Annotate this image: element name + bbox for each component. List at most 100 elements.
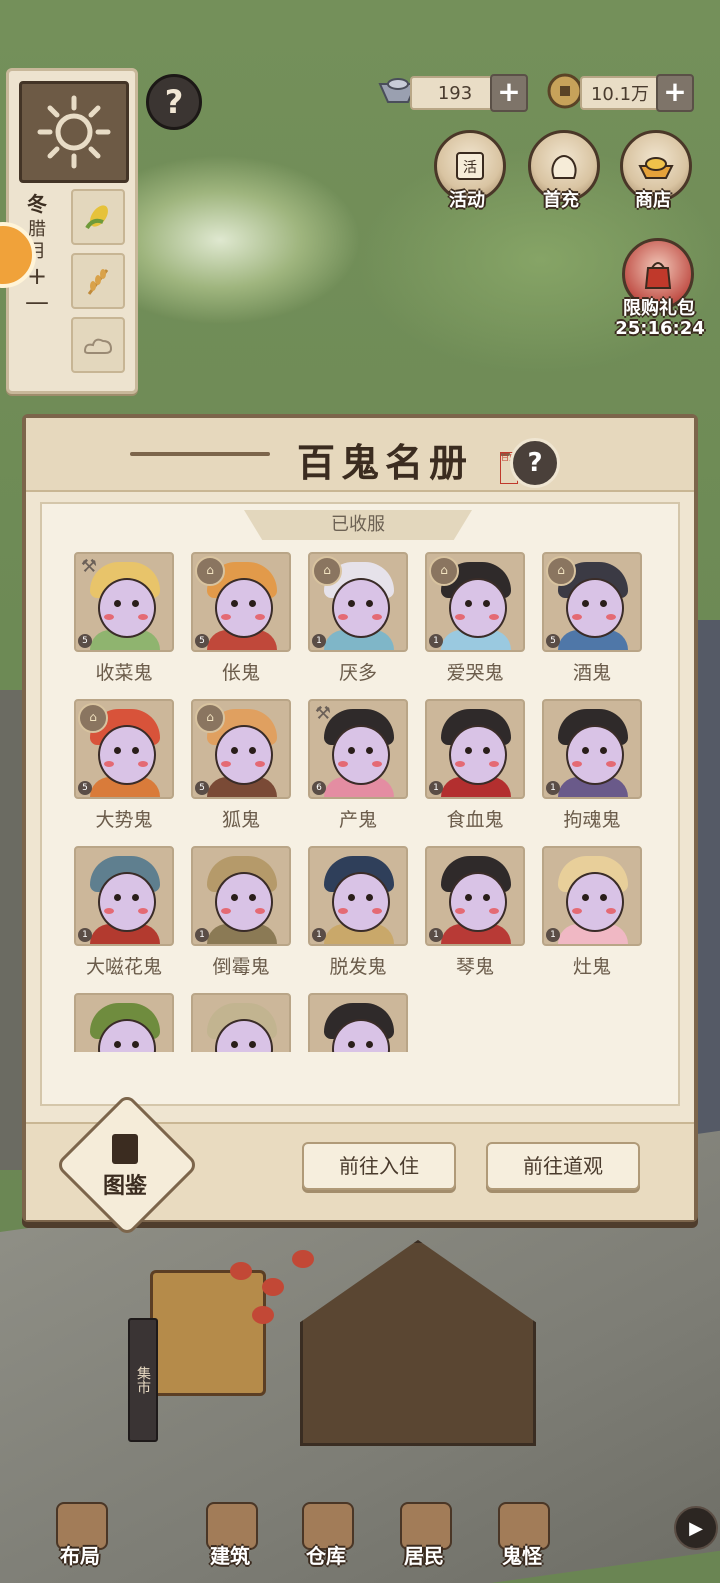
- ghost-level-badge: 1: [195, 928, 209, 942]
- ghost-card[interactable]: 1 拘魂鬼: [542, 699, 642, 832]
- ghost-card[interactable]: ⌂ 1 爱哭鬼: [425, 552, 525, 685]
- ghost-cheek: [372, 761, 382, 767]
- ghost-level-badge: 1: [312, 928, 326, 942]
- ghost-card[interactable]: [74, 993, 174, 1052]
- ghost-grid[interactable]: ⚒ 5 收菜鬼 ⌂ 5 伥鬼 ⌂ 1 厌多 ⌂ 1 爱哭鬼 ⌂ 5 酒鬼 ⌂ 5 大势鬼 ⌂ 5 狐鬼 ⚒ 6 产鬼 1 食血鬼 1…: [74, 552, 654, 1052]
- ghost-portrait[interactable]: [308, 993, 408, 1052]
- modal-header: 百鬼名册 百鬼 ?: [26, 418, 694, 492]
- ghost-portrait[interactable]: ⌂ 1: [425, 552, 525, 652]
- ghost-cheek: [138, 614, 148, 620]
- shop-icon: [638, 157, 674, 179]
- ghost-portrait[interactable]: ⚒ 6: [308, 699, 408, 799]
- ghost-level-badge: 1: [429, 781, 443, 795]
- ghost-face: [98, 578, 156, 638]
- next-arrow-button[interactable]: ▶: [674, 1506, 718, 1550]
- nav-item[interactable]: 仓库: [290, 1502, 362, 1574]
- ghost-face: [215, 725, 273, 785]
- weather-display[interactable]: [19, 81, 129, 183]
- ghost-cheek: [572, 614, 582, 620]
- ghost-portrait[interactable]: ⌂ 5: [74, 699, 174, 799]
- ghost-cheek: [255, 614, 265, 620]
- nav-item[interactable]: 建筑: [194, 1502, 266, 1574]
- nav-item[interactable]: 居民: [388, 1502, 460, 1574]
- nav-item[interactable]: 鬼怪: [486, 1502, 558, 1574]
- ghost-eye: [600, 600, 607, 607]
- ghost-cheek: [221, 908, 231, 914]
- ghost-portrait[interactable]: 1: [425, 699, 525, 799]
- ghost-face: [449, 872, 507, 932]
- ghost-cheek: [489, 761, 499, 767]
- nav-label: 仓库: [306, 1544, 346, 1568]
- ghost-portrait[interactable]: ⌂ 1: [308, 552, 408, 652]
- ghost-face: [332, 578, 390, 638]
- market-sign[interactable]: 集市: [128, 1318, 158, 1442]
- registry-help-button[interactable]: ?: [510, 438, 560, 488]
- ghost-eye: [348, 747, 355, 754]
- ghost-level-badge: 1: [429, 928, 443, 942]
- ghost-card[interactable]: ⌂ 5 伥鬼: [191, 552, 291, 685]
- crop-slot-cloud[interactable]: [71, 317, 125, 373]
- ghost-card[interactable]: 1 琴鬼: [425, 846, 525, 979]
- ghost-portrait[interactable]: ⚒ 5: [74, 552, 174, 652]
- ghost-portrait[interactable]: [191, 993, 291, 1052]
- ghost-eye: [132, 600, 139, 607]
- ghost-level-badge: 5: [78, 781, 92, 795]
- ghost-portrait[interactable]: 1: [191, 846, 291, 946]
- nav-item[interactable]: 布局: [44, 1502, 116, 1574]
- goto-checkin-button[interactable]: 前往入住: [302, 1142, 456, 1190]
- ghost-card[interactable]: ⌂ 5 大势鬼: [74, 699, 174, 832]
- lantern-icon: [230, 1262, 252, 1280]
- crop-slot-corn[interactable]: [71, 189, 125, 245]
- lantern-icon: [262, 1278, 284, 1296]
- silver-amount: 193: [410, 76, 500, 110]
- goto-temple-button[interactable]: 前往道观: [486, 1142, 640, 1190]
- ghost-cheek: [489, 908, 499, 914]
- ghost-cheek: [372, 908, 382, 914]
- ghost-card[interactable]: 1 倒霉鬼: [191, 846, 291, 979]
- ghost-card[interactable]: 1 食血鬼: [425, 699, 525, 832]
- ghost-portrait[interactable]: ⌂ 5: [191, 699, 291, 799]
- speed-minus-button[interactable]: —: [15, 289, 59, 315]
- ghost-card[interactable]: ⌂ 5 酒鬼: [542, 552, 642, 685]
- ghost-eye: [582, 600, 589, 607]
- add-silver-button[interactable]: +: [490, 74, 528, 112]
- ghost-portrait[interactable]: 1: [308, 846, 408, 946]
- ghost-portrait[interactable]: 1: [74, 846, 174, 946]
- ghost-eye: [249, 600, 256, 607]
- ghost-card[interactable]: 1 大嗞花鬼: [74, 846, 174, 979]
- ghost-card[interactable]: ⚒ 5 收菜鬼: [74, 552, 174, 685]
- modal-title: 百鬼名册: [296, 440, 473, 485]
- nav-label: 建筑: [210, 1544, 250, 1568]
- ghost-card[interactable]: [191, 993, 291, 1052]
- encyclopedia-button[interactable]: [54, 1092, 200, 1238]
- ghost-card[interactable]: 1 灶鬼: [542, 846, 642, 979]
- lantern-icon: [252, 1306, 274, 1324]
- ghost-eye: [600, 747, 607, 754]
- ghost-portrait[interactable]: 1: [542, 699, 642, 799]
- scroll-icon: [112, 1134, 138, 1164]
- first-charge-label: 首充: [543, 190, 579, 211]
- activity-label: 活动: [449, 190, 485, 211]
- ghost-card[interactable]: 1 脱发鬼: [308, 846, 408, 979]
- ghost-eye: [114, 747, 121, 754]
- ghost-portrait[interactable]: 1: [542, 846, 642, 946]
- add-coin-button[interactable]: +: [656, 74, 694, 112]
- ghost-card[interactable]: [308, 993, 408, 1052]
- ghost-portrait[interactable]: [74, 993, 174, 1052]
- crop-slot-wheat[interactable]: [71, 253, 125, 309]
- ghost-card[interactable]: ⌂ 5 狐鬼: [191, 699, 291, 832]
- nav-label: 布局: [60, 1544, 100, 1568]
- market-stall[interactable]: [150, 1270, 266, 1396]
- pavilion-badge-icon: ⌂: [312, 556, 342, 586]
- limited-pack-timer: 25:16:24: [615, 318, 705, 339]
- ghost-eye: [249, 894, 256, 901]
- ghost-card[interactable]: ⚒ 6 产鬼: [308, 699, 408, 832]
- ghost-card[interactable]: ⌂ 1 厌多: [308, 552, 408, 685]
- ghost-list-panel[interactable]: 已收服 ⚒ 5 收菜鬼 ⌂ 5 伥鬼 ⌂ 1 厌多 ⌂ 1 爱哭鬼 ⌂ 5 酒鬼 ⌂ 5 大势鬼 ⌂ 5 狐鬼 ⚒ 6 产鬼 1…: [40, 502, 680, 1106]
- ghost-portrait[interactable]: ⌂ 5: [191, 552, 291, 652]
- ghost-portrait[interactable]: 1: [425, 846, 525, 946]
- ghost-portrait[interactable]: ⌂ 5: [542, 552, 642, 652]
- help-button[interactable]: ?: [146, 74, 202, 130]
- ghost-cheek: [138, 908, 148, 914]
- nav-label: 鬼怪: [502, 1544, 542, 1568]
